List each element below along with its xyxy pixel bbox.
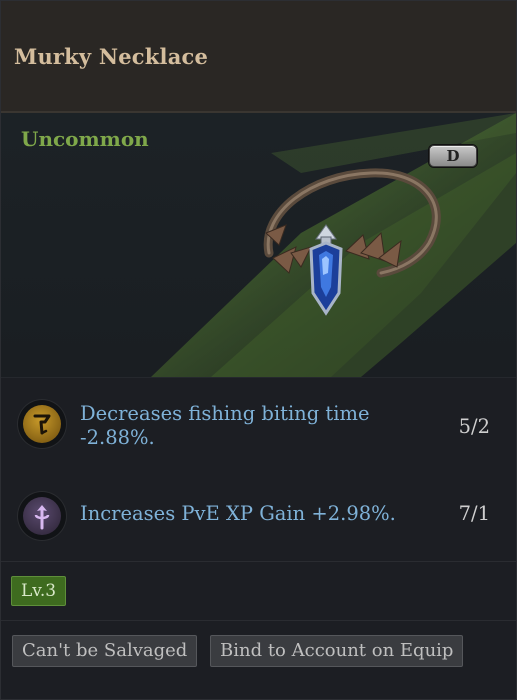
stat-row: Increases PvE XP Gain +2.98%. 7/1 — [1, 474, 516, 562]
item-preview: Uncommon D — [1, 113, 516, 378]
rarity-label: Uncommon — [21, 127, 149, 151]
item-tooltip: Murky Necklace Uncommon D Decreases fish… — [0, 0, 517, 700]
stat-row: Decreases fishing biting time -2.88%. 5/… — [1, 386, 516, 474]
stat-description: Decreases fishing biting time -2.88%. — [80, 402, 370, 449]
tooltip-header: Murky Necklace — [1, 1, 516, 113]
stat-rank: 5/2 — [458, 415, 490, 438]
stat-icon-ring — [18, 400, 66, 448]
tag-bind-to-account: Bind to Account on Equip — [210, 635, 464, 667]
xp-staff-icon — [23, 497, 61, 535]
item-name: Murky Necklace — [14, 43, 209, 69]
level-badge: Lv.3 — [11, 576, 67, 606]
stat-rank: 7/1 — [458, 502, 490, 525]
tag-cant-be-salvaged: Can't be Salvaged — [12, 635, 198, 667]
tags-section: Can't be Salvaged Bind to Account on Equ… — [1, 621, 516, 693]
stats-section: Decreases fishing biting time -2.88%. 5/… — [1, 378, 516, 562]
necklace-icon — [263, 168, 441, 316]
level-section: Lv.3 — [1, 562, 516, 621]
stat-description: Increases PvE XP Gain +2.98%. — [80, 502, 396, 525]
stat-icon-ring — [18, 492, 66, 540]
fishing-icon — [23, 405, 61, 443]
